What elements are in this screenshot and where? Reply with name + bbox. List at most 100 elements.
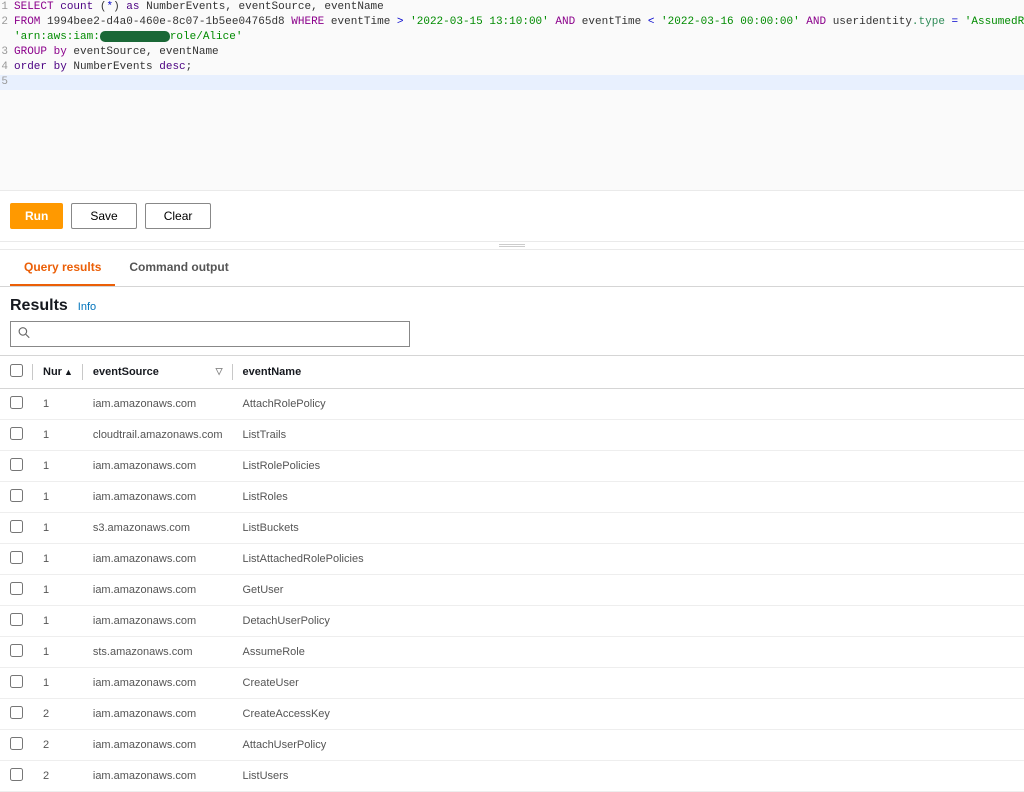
row-checkbox-cell <box>0 606 33 637</box>
table-row: 1iam.amazonaws.comAttachRolePolicy <box>0 389 1024 420</box>
cell-eventname: AttachUserPolicy <box>233 730 1024 761</box>
search-input[interactable] <box>10 321 410 347</box>
cell-eventsource: iam.amazonaws.com <box>83 668 233 699</box>
table-row: 1iam.amazonaws.comGetUser <box>0 575 1024 606</box>
cell-eventsource: iam.amazonaws.com <box>83 730 233 761</box>
cell-number: 2 <box>33 699 83 730</box>
run-button[interactable]: Run <box>10 203 63 229</box>
table-row: 1sts.amazonaws.comAssumeRole <box>0 637 1024 668</box>
row-checkbox-cell <box>0 668 33 699</box>
row-checkbox[interactable] <box>10 458 23 471</box>
cell-number: 2 <box>33 761 83 792</box>
tab-command-output[interactable]: Command output <box>115 250 242 286</box>
cell-number: 1 <box>33 451 83 482</box>
table-row: 1iam.amazonaws.comListRolePolicies <box>0 451 1024 482</box>
cell-eventname: ListAttachedRolePolicies <box>233 544 1024 575</box>
drag-handle-icon <box>499 244 525 247</box>
cell-eventsource: s3.amazonaws.com <box>83 513 233 544</box>
row-checkbox[interactable] <box>10 706 23 719</box>
row-checkbox[interactable] <box>10 520 23 533</box>
cell-eventsource: cloudtrail.amazonaws.com <box>83 420 233 451</box>
cell-eventname: AttachRolePolicy <box>233 389 1024 420</box>
row-checkbox[interactable] <box>10 737 23 750</box>
editor-blank-area[interactable] <box>0 90 1024 190</box>
cell-eventname: CreateAccessKey <box>233 699 1024 730</box>
cell-number: 1 <box>33 389 83 420</box>
row-checkbox[interactable] <box>10 551 23 564</box>
cell-eventname: CreateUser <box>233 668 1024 699</box>
row-checkbox-cell <box>0 389 33 420</box>
line-number: 3 <box>0 45 10 60</box>
column-header-eventsource[interactable]: eventSource▽ <box>83 356 233 389</box>
button-bar: Run Save Clear <box>0 191 1024 242</box>
cell-eventsource: iam.amazonaws.com <box>83 699 233 730</box>
row-checkbox-cell <box>0 761 33 792</box>
search-icon <box>18 327 30 342</box>
row-checkbox-cell <box>0 513 33 544</box>
select-all-header[interactable] <box>0 356 33 389</box>
save-button[interactable]: Save <box>71 203 136 229</box>
select-all-checkbox[interactable] <box>10 364 23 377</box>
table-row: 2iam.amazonaws.comAttachUserPolicy <box>0 730 1024 761</box>
line-number: 5 <box>0 75 10 90</box>
cell-number: 1 <box>33 637 83 668</box>
row-checkbox-cell <box>0 699 33 730</box>
column-header-number[interactable]: Nur▲ <box>33 356 83 389</box>
row-checkbox[interactable] <box>10 768 23 781</box>
cell-eventsource: iam.amazonaws.com <box>83 575 233 606</box>
line-number: 1 <box>0 0 10 15</box>
row-checkbox[interactable] <box>10 613 23 626</box>
line-number <box>0 30 10 45</box>
cell-eventname: ListRoles <box>233 482 1024 513</box>
clear-button[interactable]: Clear <box>145 203 212 229</box>
cell-eventname: GetUser <box>233 575 1024 606</box>
row-checkbox[interactable] <box>10 644 23 657</box>
cell-eventsource: iam.amazonaws.com <box>83 482 233 513</box>
cell-eventname: ListRolePolicies <box>233 451 1024 482</box>
cell-eventname: DetachUserPolicy <box>233 606 1024 637</box>
table-row: 1s3.amazonaws.comListBuckets <box>0 513 1024 544</box>
results-header: Results Info <box>0 287 1024 321</box>
cell-eventsource: iam.amazonaws.com <box>83 761 233 792</box>
cell-eventsource: iam.amazonaws.com <box>83 389 233 420</box>
cell-eventname: ListTrails <box>233 420 1024 451</box>
row-checkbox[interactable] <box>10 427 23 440</box>
cell-number: 1 <box>33 668 83 699</box>
results-search <box>10 321 410 347</box>
cell-eventname: ListUsers <box>233 761 1024 792</box>
sql-editor[interactable]: 1 SELECT count (*) as NumberEvents, even… <box>0 0 1024 191</box>
cell-number: 1 <box>33 544 83 575</box>
cell-eventname: ListBuckets <box>233 513 1024 544</box>
row-checkbox-cell <box>0 451 33 482</box>
row-checkbox-cell <box>0 482 33 513</box>
tab-query-results[interactable]: Query results <box>10 250 115 286</box>
line-number: 2 <box>0 15 10 30</box>
line-number: 4 <box>0 60 10 75</box>
table-row: 1iam.amazonaws.comListAttachedRolePolici… <box>0 544 1024 575</box>
row-checkbox-cell <box>0 575 33 606</box>
table-row: 1iam.amazonaws.comCreateUser <box>0 668 1024 699</box>
cell-number: 1 <box>33 513 83 544</box>
redacted-text <box>100 31 170 42</box>
row-checkbox-cell <box>0 544 33 575</box>
table-row: 1cloudtrail.amazonaws.comListTrails <box>0 420 1024 451</box>
cell-eventsource: iam.amazonaws.com <box>83 451 233 482</box>
results-title: Results <box>10 297 68 315</box>
cell-number: 2 <box>33 730 83 761</box>
sort-asc-icon: ▲ <box>64 367 73 377</box>
row-checkbox[interactable] <box>10 489 23 502</box>
results-table: Nur▲ eventSource▽ eventName 1iam.amazona… <box>0 355 1024 792</box>
row-checkbox-cell <box>0 420 33 451</box>
table-row: 1iam.amazonaws.comDetachUserPolicy <box>0 606 1024 637</box>
cell-eventname: AssumeRole <box>233 637 1024 668</box>
row-checkbox-cell <box>0 730 33 761</box>
cell-eventsource: iam.amazonaws.com <box>83 544 233 575</box>
row-checkbox[interactable] <box>10 582 23 595</box>
column-header-eventname[interactable]: eventName <box>233 356 1024 389</box>
pane-divider[interactable] <box>0 242 1024 250</box>
row-checkbox-cell <box>0 637 33 668</box>
table-row: 2iam.amazonaws.comListUsers <box>0 761 1024 792</box>
cell-number: 1 <box>33 420 83 451</box>
row-checkbox[interactable] <box>10 396 23 409</box>
info-link[interactable]: Info <box>78 301 96 313</box>
